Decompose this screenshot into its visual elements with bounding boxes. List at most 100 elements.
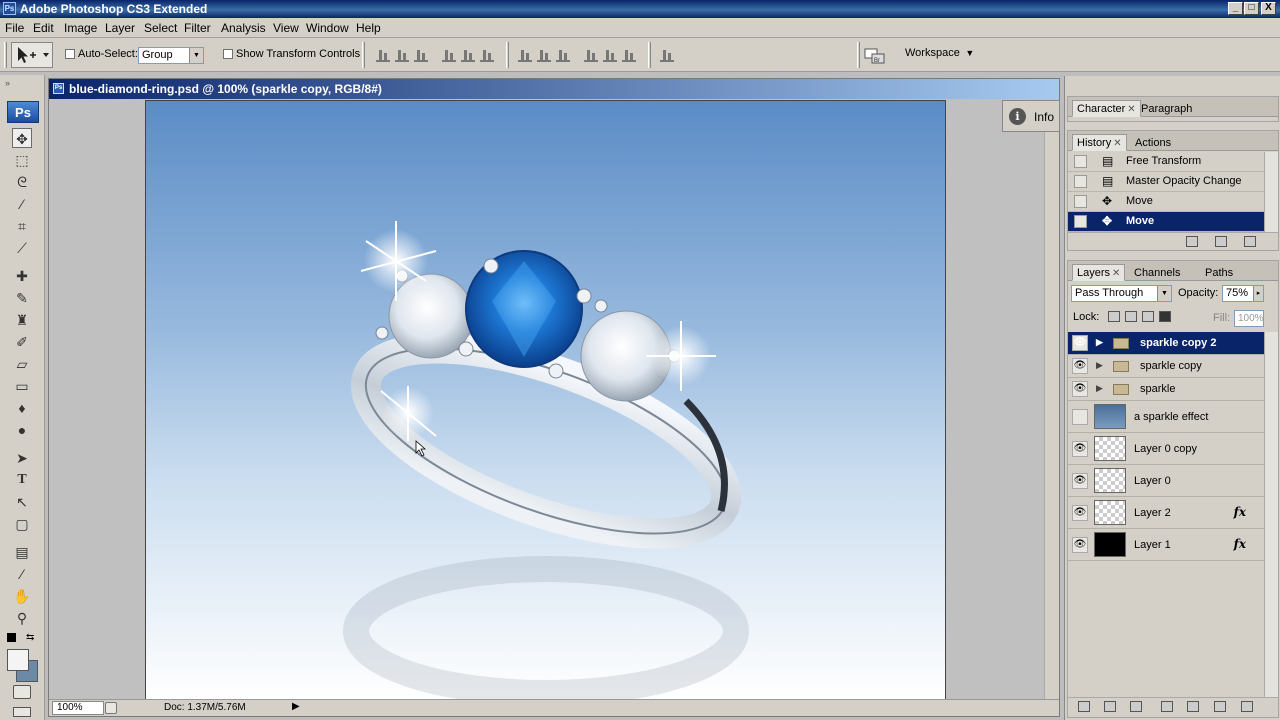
history-item[interactable]: ✥ Move xyxy=(1068,192,1264,212)
lasso-tool[interactable]: ᘓ xyxy=(12,172,32,192)
swap-colors-icon[interactable]: ⇆ xyxy=(26,632,34,643)
close-icon[interactable]: ✕ xyxy=(1113,138,1121,149)
align-hcenter-icon[interactable] xyxy=(461,48,475,62)
options-gripper[interactable] xyxy=(4,42,7,68)
opacity-field[interactable]: 75% ▸ xyxy=(1222,285,1264,302)
menu-filter[interactable]: Filter xyxy=(184,21,211,35)
ps-logo[interactable]: Ps xyxy=(7,101,39,123)
new-document-from-state-icon[interactable] xyxy=(1186,236,1198,247)
distribute-hcenter-icon[interactable] xyxy=(603,48,617,62)
layer-mask-icon[interactable] xyxy=(1130,701,1142,712)
tab-actions[interactable]: Actions xyxy=(1130,134,1176,151)
zoom-tool[interactable]: ⚲ xyxy=(12,608,32,628)
layer-row-sparkle[interactable]: 👁 ▶ sparkle xyxy=(1068,378,1264,401)
history-item-selected[interactable]: ✥ Move xyxy=(1068,212,1264,232)
menu-image[interactable]: Image xyxy=(64,21,97,35)
blur-tool[interactable]: ♦ xyxy=(12,398,32,418)
history-snapshot-box[interactable] xyxy=(1074,195,1087,208)
auto-select-dropdown[interactable]: Group ▼ xyxy=(138,47,204,64)
magic-wand-tool[interactable]: ⁄ xyxy=(12,194,32,214)
fx-icon[interactable]: fx xyxy=(1234,505,1246,519)
layer-row-layer-0-copy[interactable]: 👁 Layer 0 copy xyxy=(1068,433,1264,465)
layer-row-sparkle-copy[interactable]: 👁 ▶ sparkle copy xyxy=(1068,355,1264,378)
history-item[interactable]: ▤ Master Opacity Change xyxy=(1068,172,1264,192)
lock-position-icon[interactable] xyxy=(1142,311,1154,322)
auto-select-checkbox[interactable] xyxy=(65,49,75,59)
auto-align-layers-icon[interactable] xyxy=(660,48,674,62)
close-icon[interactable]: ✕ xyxy=(1127,104,1135,115)
menu-help[interactable]: Help xyxy=(356,21,381,35)
menu-view[interactable]: View xyxy=(273,21,299,35)
tab-history[interactable]: History ✕ xyxy=(1072,134,1127,151)
new-snapshot-icon[interactable] xyxy=(1215,236,1227,247)
tab-channels[interactable]: Channels xyxy=(1129,264,1185,281)
distribute-vcenter-icon[interactable] xyxy=(537,48,551,62)
expand-arrow-icon[interactable]: ▶ xyxy=(1096,383,1103,394)
history-item[interactable]: ▤ Free Transform xyxy=(1068,152,1264,172)
expand-arrow-icon[interactable]: ▶ xyxy=(1096,337,1103,348)
eye-icon[interactable]: 👁 xyxy=(1072,537,1088,553)
version-cue-icon[interactable] xyxy=(105,702,117,714)
layer-row-a-sparkle-effect[interactable]: a sparkle effect xyxy=(1068,401,1264,433)
distribute-right-icon[interactable] xyxy=(622,48,636,62)
history-snapshot-box[interactable] xyxy=(1074,155,1087,168)
trash-icon[interactable] xyxy=(1241,701,1253,712)
tool-preset-picker[interactable] xyxy=(11,42,53,68)
layer-row-layer-0[interactable]: 👁 Layer 0 xyxy=(1068,465,1264,497)
align-bottom-icon[interactable] xyxy=(414,48,428,62)
screen-mode-icon[interactable] xyxy=(13,707,31,717)
info-panel-dock[interactable]: i Info xyxy=(1002,100,1060,132)
eye-icon[interactable]: 👁 xyxy=(1072,358,1088,374)
eyedropper-tool[interactable]: ⁄ xyxy=(12,564,32,584)
slice-tool[interactable]: ⟋ xyxy=(12,238,32,258)
layers-scrollbar[interactable] xyxy=(1264,332,1278,697)
menu-analysis[interactable]: Analysis xyxy=(221,21,266,35)
menu-file[interactable]: File xyxy=(5,21,24,35)
healing-brush-tool[interactable]: ✚ xyxy=(12,266,32,286)
eye-icon[interactable]: 👁 xyxy=(1072,505,1088,521)
quick-mask-icon[interactable] xyxy=(13,685,31,699)
minimize-button[interactable]: _ xyxy=(1228,2,1243,15)
close-icon[interactable]: ✕ xyxy=(1112,268,1120,279)
new-group-icon[interactable] xyxy=(1187,701,1199,712)
fx-icon[interactable]: fx xyxy=(1234,537,1246,551)
vertical-scrollbar[interactable] xyxy=(1044,100,1059,700)
direct-selection-tool[interactable]: ↖ xyxy=(12,492,32,512)
lock-transparency-icon[interactable] xyxy=(1108,311,1120,322)
tab-paragraph[interactable]: Paragraph xyxy=(1136,100,1197,117)
document-title-bar[interactable]: Ps blue-diamond-ring.psd @ 100% (sparkle… xyxy=(49,79,1059,99)
history-snapshot-box[interactable] xyxy=(1074,175,1087,188)
eraser-tool[interactable]: ▱ xyxy=(12,354,32,374)
eye-icon[interactable]: 👁 xyxy=(1072,441,1088,457)
move-tool[interactable]: ✥ xyxy=(12,128,32,148)
workspace-button[interactable]: Workspace ▼ xyxy=(905,47,974,59)
eye-icon[interactable]: 👁 xyxy=(1072,473,1088,489)
align-top-icon[interactable] xyxy=(376,48,390,62)
default-colors-icon[interactable] xyxy=(7,633,16,642)
history-brush-tool[interactable]: ✐ xyxy=(12,332,32,352)
align-vcenter-icon[interactable] xyxy=(395,48,409,62)
crop-tool[interactable]: ⌗ xyxy=(12,216,32,236)
layer-row-layer-2[interactable]: 👁 Layer 2 fx xyxy=(1068,497,1264,529)
brush-tool[interactable]: ✎ xyxy=(12,288,32,308)
layer-row-layer-1[interactable]: 👁 Layer 1 fx xyxy=(1068,529,1264,561)
new-layer-icon[interactable] xyxy=(1214,701,1226,712)
layer-style-icon[interactable] xyxy=(1104,701,1116,712)
dodge-tool[interactable]: ● xyxy=(12,420,32,440)
hand-tool[interactable]: ✋ xyxy=(12,586,32,606)
link-layers-icon[interactable] xyxy=(1078,701,1090,712)
maximize-button[interactable]: □ xyxy=(1244,2,1259,15)
menu-window[interactable]: Window xyxy=(306,21,349,35)
tab-layers[interactable]: Layers ✕ xyxy=(1072,264,1126,281)
distribute-left-icon[interactable] xyxy=(584,48,598,62)
lock-all-icon[interactable] xyxy=(1159,311,1171,322)
notes-tool[interactable]: ▤ xyxy=(12,542,32,562)
tab-character[interactable]: Character ✕ xyxy=(1072,100,1141,117)
adjustment-layer-icon[interactable] xyxy=(1161,701,1173,712)
bridge-icon[interactable]: Br xyxy=(864,46,886,64)
close-button[interactable]: X xyxy=(1261,2,1276,15)
eye-icon[interactable]: 👁 xyxy=(1072,381,1088,397)
menu-layer[interactable]: Layer xyxy=(105,21,135,35)
image-canvas[interactable] xyxy=(145,100,946,700)
zoom-field[interactable]: 100% xyxy=(52,701,104,715)
